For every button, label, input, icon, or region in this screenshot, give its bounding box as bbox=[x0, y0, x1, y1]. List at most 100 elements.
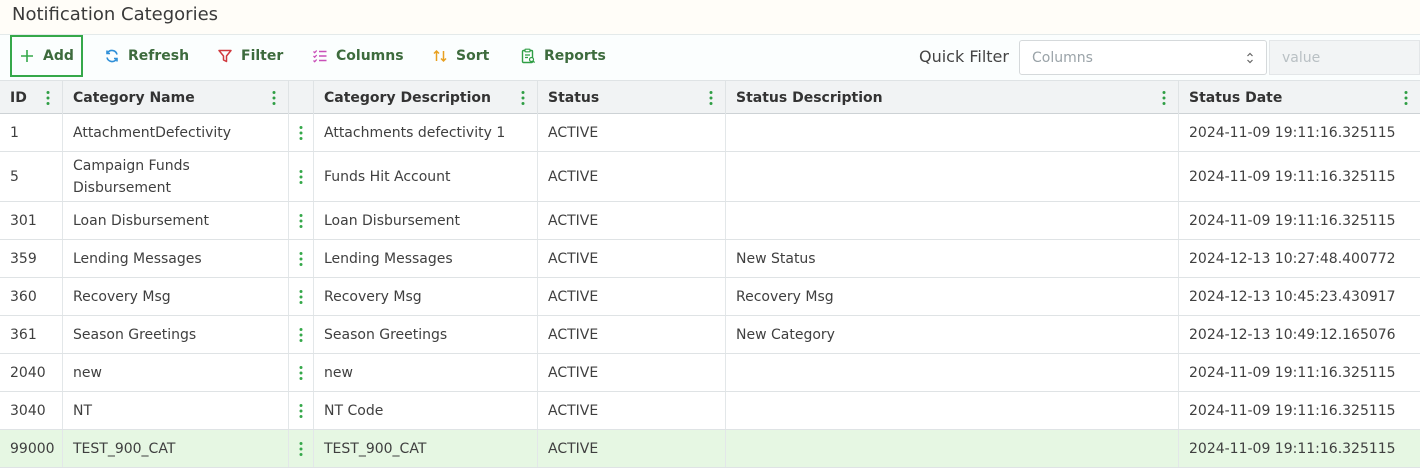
row-kebab-menu-icon[interactable] bbox=[299, 289, 303, 305]
cell-status: ACTIVE bbox=[538, 354, 726, 391]
row-kebab-menu-icon[interactable] bbox=[299, 403, 303, 419]
quick-filter-columns-placeholder: Columns bbox=[1032, 49, 1093, 66]
report-clipboard-icon bbox=[521, 48, 536, 64]
cell-status-description bbox=[726, 392, 1179, 429]
cell-id: 360 bbox=[0, 278, 63, 315]
filter-button-label: Filter bbox=[241, 48, 284, 64]
page-header: Notification Categories bbox=[0, 0, 1420, 34]
column-header-label: ID bbox=[10, 89, 27, 106]
quick-filter-value-input[interactable]: value bbox=[1269, 40, 1420, 75]
cell-status-date: 2024-12-13 10:27:48.400772 bbox=[1189, 250, 1396, 267]
row-kebab-menu-icon[interactable] bbox=[299, 441, 303, 457]
cell-status-description bbox=[726, 354, 1179, 391]
cell-category-description: Attachments defectivity 1 bbox=[314, 114, 538, 151]
column-header-status[interactable]: Status bbox=[538, 81, 726, 114]
kebab-menu-icon[interactable] bbox=[46, 90, 50, 106]
row-kebab-menu-icon[interactable] bbox=[299, 213, 303, 229]
kebab-menu-icon[interactable] bbox=[521, 90, 525, 106]
row-menu-cell bbox=[289, 316, 314, 353]
row-kebab-menu-icon[interactable] bbox=[299, 169, 303, 185]
table-row[interactable]: 1 AttachmentDefectivity Attachments defect… bbox=[0, 114, 1420, 152]
table-row[interactable]: 2040 new new ACTIVE 2024-11-09 19:11:16.3251… bbox=[0, 354, 1420, 392]
add-button[interactable]: Add bbox=[10, 35, 83, 77]
reports-button[interactable]: Reports bbox=[520, 35, 606, 77]
cell-category-name: Lending Messages bbox=[63, 240, 289, 277]
cell-status-date: 2024-12-13 10:45:23.430917 bbox=[1189, 288, 1396, 305]
cell-id: 3040 bbox=[0, 392, 63, 429]
cell-category-name: AttachmentDefectivity bbox=[63, 114, 289, 151]
row-menu-cell bbox=[289, 240, 314, 277]
table-row[interactable]: 361 Season Greetings Season Greetings ACTIV… bbox=[0, 316, 1420, 354]
row-menu-cell bbox=[289, 278, 314, 315]
cell-category-name: new bbox=[63, 354, 289, 391]
cell-category-description: TEST_900_CAT bbox=[314, 430, 538, 467]
cell-status-date: 2024-11-09 19:11:16.325115 bbox=[1189, 212, 1396, 229]
plus-icon bbox=[21, 50, 34, 62]
table-row[interactable]: 301 Loan Disbursement Loan Disbursement ACT… bbox=[0, 202, 1420, 240]
cell-status: ACTIVE bbox=[538, 278, 726, 315]
table-row[interactable]: 99000 TEST_900_CAT TEST_900_CAT ACTIVE 2024-… bbox=[0, 430, 1420, 468]
cell-category-name: TEST_900_CAT bbox=[63, 430, 289, 467]
cell-status-description: New Category bbox=[726, 316, 1179, 353]
kebab-menu-icon[interactable] bbox=[1162, 90, 1166, 106]
table-row[interactable]: 3040 NT NT Code ACTIVE 2024-11-09 19:11:16.3… bbox=[0, 392, 1420, 430]
table-row[interactable]: 5 Campaign Funds Disbursement Funds Hit Ac… bbox=[0, 152, 1420, 202]
kebab-menu-icon[interactable] bbox=[1404, 90, 1408, 106]
cell-status-date: 2024-11-09 19:11:16.325115 bbox=[1189, 364, 1396, 381]
quick-filter-columns-select[interactable]: Columns bbox=[1019, 40, 1267, 75]
filter-button[interactable]: Filter bbox=[217, 35, 283, 77]
cell-id: 301 bbox=[0, 202, 63, 239]
refresh-button[interactable]: Refresh bbox=[104, 35, 189, 77]
cell-status: ACTIVE bbox=[538, 240, 726, 277]
reports-button-label: Reports bbox=[544, 48, 606, 64]
row-menu-cell bbox=[289, 392, 314, 429]
row-menu-cell bbox=[289, 114, 314, 151]
row-menu-cell bbox=[289, 152, 314, 201]
column-header-id[interactable]: ID bbox=[0, 81, 63, 114]
cell-status-description bbox=[726, 152, 1179, 201]
table-row[interactable]: 360 Recovery Msg Recovery Msg ACTIVE Recover… bbox=[0, 278, 1420, 316]
table-row[interactable]: 359 Lending Messages Lending Messages ACTIV… bbox=[0, 240, 1420, 278]
refresh-button-label: Refresh bbox=[128, 48, 190, 64]
column-header-category-description[interactable]: Category Description bbox=[314, 81, 538, 114]
cell-category-description: Recovery Msg bbox=[314, 278, 538, 315]
cell-id: 359 bbox=[0, 240, 63, 277]
cell-status-date: 2024-11-09 19:11:16.325115 bbox=[1189, 124, 1396, 141]
cell-category-description: Loan Disbursement bbox=[314, 202, 538, 239]
cell-id: 361 bbox=[0, 316, 63, 353]
cell-category-name: NT bbox=[63, 392, 289, 429]
column-header-status-date[interactable]: Status Date bbox=[1179, 81, 1420, 114]
column-header-status-description[interactable]: Status Description bbox=[726, 81, 1179, 114]
toolbar: Add Refresh Filter Columns Sort Reports … bbox=[0, 34, 1420, 80]
cell-id: 2040 bbox=[0, 354, 63, 391]
kebab-menu-icon[interactable] bbox=[709, 90, 713, 106]
row-menu-cell bbox=[289, 202, 314, 239]
row-kebab-menu-icon[interactable] bbox=[299, 251, 303, 267]
cell-status-date: 2024-11-09 19:11:16.325115 bbox=[1189, 402, 1396, 419]
cell-status: ACTIVE bbox=[538, 114, 726, 151]
sort-button[interactable]: Sort bbox=[432, 35, 489, 77]
cell-category-description: Funds Hit Account bbox=[314, 152, 538, 201]
cell-status-date: 2024-12-13 10:49:12.165076 bbox=[1189, 326, 1396, 343]
refresh-icon bbox=[106, 49, 118, 63]
data-grid: ID Category Name Category Description St… bbox=[0, 80, 1420, 470]
grid-header-row: ID Category Name Category Description St… bbox=[0, 80, 1420, 114]
row-kebab-menu-icon[interactable] bbox=[299, 125, 303, 141]
cell-status-description bbox=[726, 114, 1179, 151]
quick-filter-value-placeholder: value bbox=[1282, 49, 1321, 66]
cell-category-name: Loan Disbursement bbox=[63, 202, 289, 239]
quick-filter-label: Quick Filter bbox=[919, 47, 1009, 66]
cell-status: ACTIVE bbox=[538, 430, 726, 467]
columns-button-label: Columns bbox=[336, 48, 404, 64]
row-kebab-menu-icon[interactable] bbox=[299, 327, 303, 343]
row-kebab-menu-icon[interactable] bbox=[299, 365, 303, 381]
cell-status-description: Recovery Msg bbox=[726, 278, 1179, 315]
column-header-category-name[interactable]: Category Name bbox=[63, 81, 289, 114]
row-menu-cell bbox=[289, 430, 314, 467]
kebab-menu-icon[interactable] bbox=[272, 90, 276, 106]
updown-chevron-icon bbox=[1247, 52, 1253, 64]
cell-id: 1 bbox=[0, 114, 63, 151]
columns-button[interactable]: Columns bbox=[312, 35, 404, 77]
column-header-label: Category Name bbox=[73, 89, 195, 106]
cell-status-date: 2024-11-09 19:11:16.325115 bbox=[1189, 168, 1396, 185]
